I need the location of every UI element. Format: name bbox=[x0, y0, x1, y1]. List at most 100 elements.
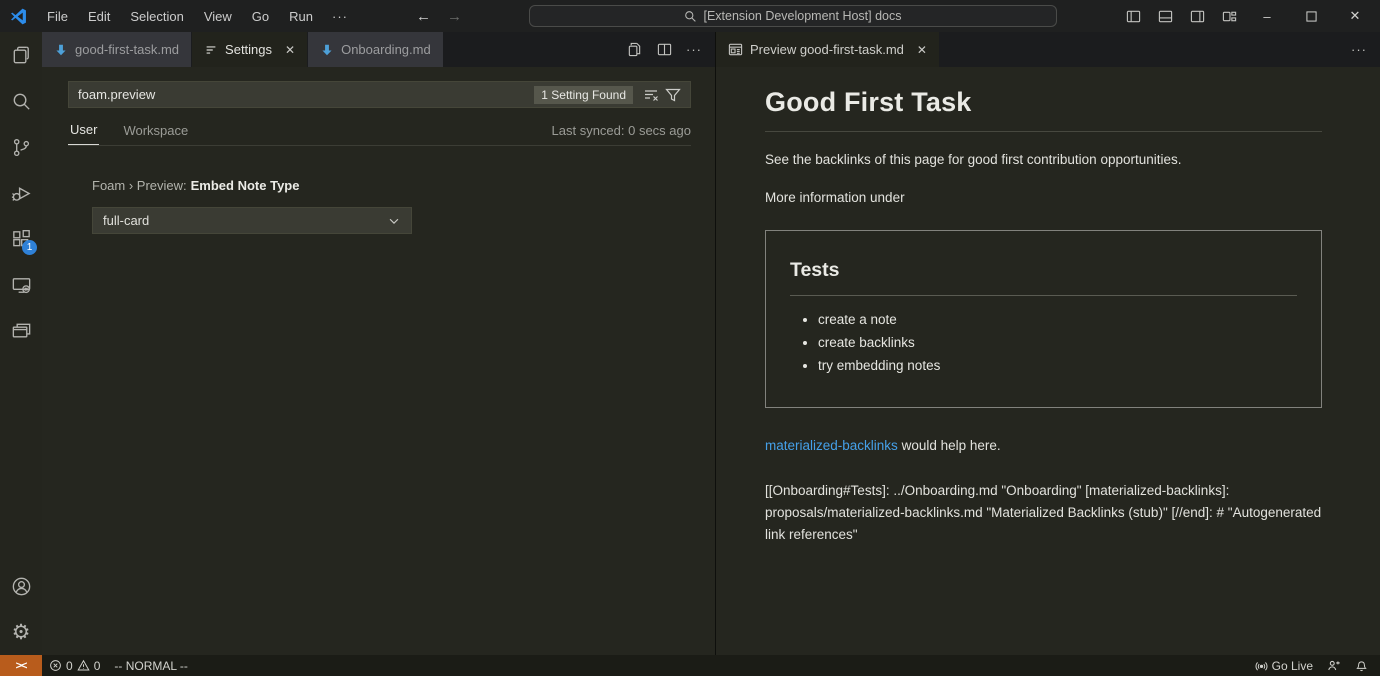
warning-count: 0 bbox=[94, 659, 101, 673]
close-tab-icon[interactable]: ✕ bbox=[917, 43, 927, 57]
account-icon[interactable] bbox=[0, 563, 42, 609]
broadcast-icon bbox=[1255, 659, 1268, 672]
clear-filters-icon[interactable] bbox=[640, 84, 662, 106]
run-debug-icon[interactable] bbox=[0, 170, 42, 216]
menu-edit[interactable]: Edit bbox=[79, 6, 119, 27]
markdown-preview: Good First Task See the backlinks of thi… bbox=[716, 67, 1380, 655]
open-changes-icon[interactable] bbox=[621, 37, 647, 63]
editor-group-left: good-first-task.md Settings ✕ Onboarding… bbox=[42, 32, 716, 655]
windows-stack-icon[interactable] bbox=[0, 308, 42, 354]
customize-layout-icon[interactable] bbox=[1214, 3, 1244, 29]
remote-explorer-icon[interactable] bbox=[0, 262, 42, 308]
source-control-icon[interactable] bbox=[0, 124, 42, 170]
split-editor-icon[interactable] bbox=[651, 37, 677, 63]
preview-paragraph: More information under bbox=[765, 188, 1322, 208]
maximize-button[interactable] bbox=[1290, 1, 1332, 31]
notifications-button[interactable] bbox=[1348, 655, 1380, 676]
status-bar: >< 0 0 -- NORMAL -- Go Live bbox=[0, 655, 1380, 676]
settings-scope-tabs: User Workspace Last synced: 0 secs ago bbox=[68, 118, 691, 146]
menu-file[interactable]: File bbox=[38, 6, 77, 27]
close-window-button[interactable]: ✕ bbox=[1334, 1, 1376, 31]
select-value: full-card bbox=[103, 213, 149, 228]
error-icon bbox=[49, 659, 62, 672]
embedded-note-card: Tests create a note create backlinks try… bbox=[765, 230, 1322, 408]
vscode-window: File Edit Selection View Go Run ··· ← → … bbox=[0, 0, 1380, 676]
remote-icon: >< bbox=[16, 660, 27, 672]
materialized-backlinks-link[interactable]: materialized-backlinks bbox=[765, 438, 898, 453]
more-actions-icon[interactable]: ··· bbox=[1346, 37, 1372, 63]
window-title: [Extension Development Host] docs bbox=[703, 9, 901, 23]
filter-icon[interactable] bbox=[662, 84, 684, 106]
tab-settings[interactable]: Settings ✕ bbox=[192, 32, 308, 67]
preview-heading: Good First Task bbox=[765, 87, 1322, 132]
preview-paragraph: materialized-backlinks would help here. bbox=[765, 436, 1322, 456]
problems-status[interactable]: 0 0 bbox=[42, 655, 107, 676]
activity-bar: 1 ⚙ bbox=[0, 32, 42, 655]
more-actions-icon[interactable]: ··· bbox=[681, 37, 707, 63]
toggle-primary-sidebar-icon[interactable] bbox=[1118, 3, 1148, 29]
settings-gear-icon[interactable]: ⚙ bbox=[0, 609, 42, 655]
settings-search-input[interactable]: foam.preview 1 Setting Found bbox=[68, 81, 691, 108]
vim-mode-indicator[interactable]: -- NORMAL -- bbox=[107, 655, 195, 676]
setting-name: Embed Note Type bbox=[191, 178, 300, 193]
title-bar: File Edit Selection View Go Run ··· ← → … bbox=[0, 0, 1380, 32]
markdown-icon bbox=[320, 43, 334, 57]
toggle-panel-icon[interactable] bbox=[1150, 3, 1180, 29]
menu-view[interactable]: View bbox=[195, 6, 241, 27]
link-tail-text: would help here. bbox=[898, 438, 1001, 453]
back-arrow-icon[interactable]: ← bbox=[410, 8, 437, 25]
vscode-logo-icon bbox=[8, 6, 28, 26]
setting-item-embed-note-type: Foam › Preview: Embed Note Type full-card bbox=[92, 178, 715, 234]
explorer-icon[interactable] bbox=[0, 32, 42, 78]
forward-arrow-icon[interactable]: → bbox=[441, 8, 468, 25]
go-live-label: Go Live bbox=[1272, 659, 1313, 673]
extensions-icon[interactable]: 1 bbox=[0, 216, 42, 262]
tab-label: good-first-task.md bbox=[75, 42, 179, 57]
editor-group-right: Preview good-first-task.md ✕ ··· Good Fi… bbox=[716, 32, 1380, 655]
remote-indicator[interactable]: >< bbox=[0, 655, 42, 676]
command-center-search[interactable]: [Extension Development Host] docs bbox=[529, 5, 1057, 27]
bell-icon bbox=[1355, 659, 1368, 672]
go-live-button[interactable]: Go Live bbox=[1248, 655, 1320, 676]
embed-note-type-select[interactable]: full-card bbox=[92, 207, 412, 234]
preview-icon bbox=[728, 42, 743, 57]
feedback-button[interactable] bbox=[1320, 655, 1348, 676]
menu-overflow-button[interactable]: ··· bbox=[324, 6, 356, 27]
extensions-badge: 1 bbox=[22, 240, 37, 255]
embedded-note-list: create a note create backlinks try embed… bbox=[790, 312, 1297, 373]
settings-list-icon bbox=[204, 43, 218, 57]
person-feedback-icon bbox=[1327, 659, 1341, 673]
menu-go[interactable]: Go bbox=[243, 6, 278, 27]
warning-icon bbox=[77, 659, 90, 672]
right-tab-strip: Preview good-first-task.md ✕ ··· bbox=[716, 32, 1380, 67]
tab-good-first-task[interactable]: good-first-task.md bbox=[42, 32, 192, 67]
list-item: try embedding notes bbox=[818, 358, 1297, 373]
tab-label: Preview good-first-task.md bbox=[750, 42, 904, 57]
markdown-icon bbox=[54, 43, 68, 57]
tab-user[interactable]: User bbox=[68, 118, 99, 145]
menu-run[interactable]: Run bbox=[280, 6, 322, 27]
error-count: 0 bbox=[66, 659, 73, 673]
close-tab-icon[interactable]: ✕ bbox=[285, 43, 295, 57]
search-sidebar-icon[interactable] bbox=[0, 78, 42, 124]
last-synced-label: Last synced: 0 secs ago bbox=[552, 123, 691, 145]
setting-category: Foam › Preview: bbox=[92, 178, 187, 193]
toggle-secondary-sidebar-icon[interactable] bbox=[1182, 3, 1212, 29]
tab-preview-good-first-task[interactable]: Preview good-first-task.md ✕ bbox=[716, 32, 940, 67]
tab-workspace[interactable]: Workspace bbox=[121, 119, 190, 145]
settings-search-value: foam.preview bbox=[78, 87, 534, 102]
menu-selection[interactable]: Selection bbox=[121, 6, 192, 27]
preview-paragraph: See the backlinks of this page for good … bbox=[765, 150, 1322, 170]
results-count-badge: 1 Setting Found bbox=[534, 86, 633, 104]
search-icon bbox=[684, 10, 697, 23]
embedded-note-title: Tests bbox=[790, 259, 1297, 296]
chevron-down-icon bbox=[387, 214, 401, 228]
settings-editor: foam.preview 1 Setting Found User Worksp… bbox=[42, 67, 715, 655]
tab-onboarding[interactable]: Onboarding.md bbox=[308, 32, 444, 67]
tab-label: Onboarding.md bbox=[341, 42, 431, 57]
list-item: create a note bbox=[818, 312, 1297, 327]
list-item: create backlinks bbox=[818, 335, 1297, 350]
minimize-button[interactable]: – bbox=[1246, 1, 1288, 31]
link-references-paragraph: [[Onboarding#Tests]: ../Onboarding.md "O… bbox=[765, 480, 1322, 546]
left-tab-strip: good-first-task.md Settings ✕ Onboarding… bbox=[42, 32, 715, 67]
